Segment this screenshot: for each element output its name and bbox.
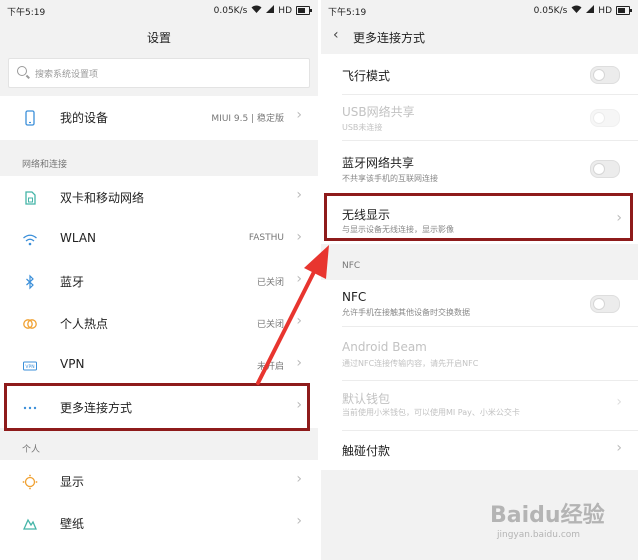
annotation-arrow — [256, 245, 329, 385]
watermark-url: jingyan.baidu.com — [497, 530, 581, 540]
watermark-brand: Baidu — [490, 503, 561, 528]
watermark-cn: 经验 — [560, 503, 605, 528]
watermark-logo: Baidu经验 — [490, 497, 605, 529]
